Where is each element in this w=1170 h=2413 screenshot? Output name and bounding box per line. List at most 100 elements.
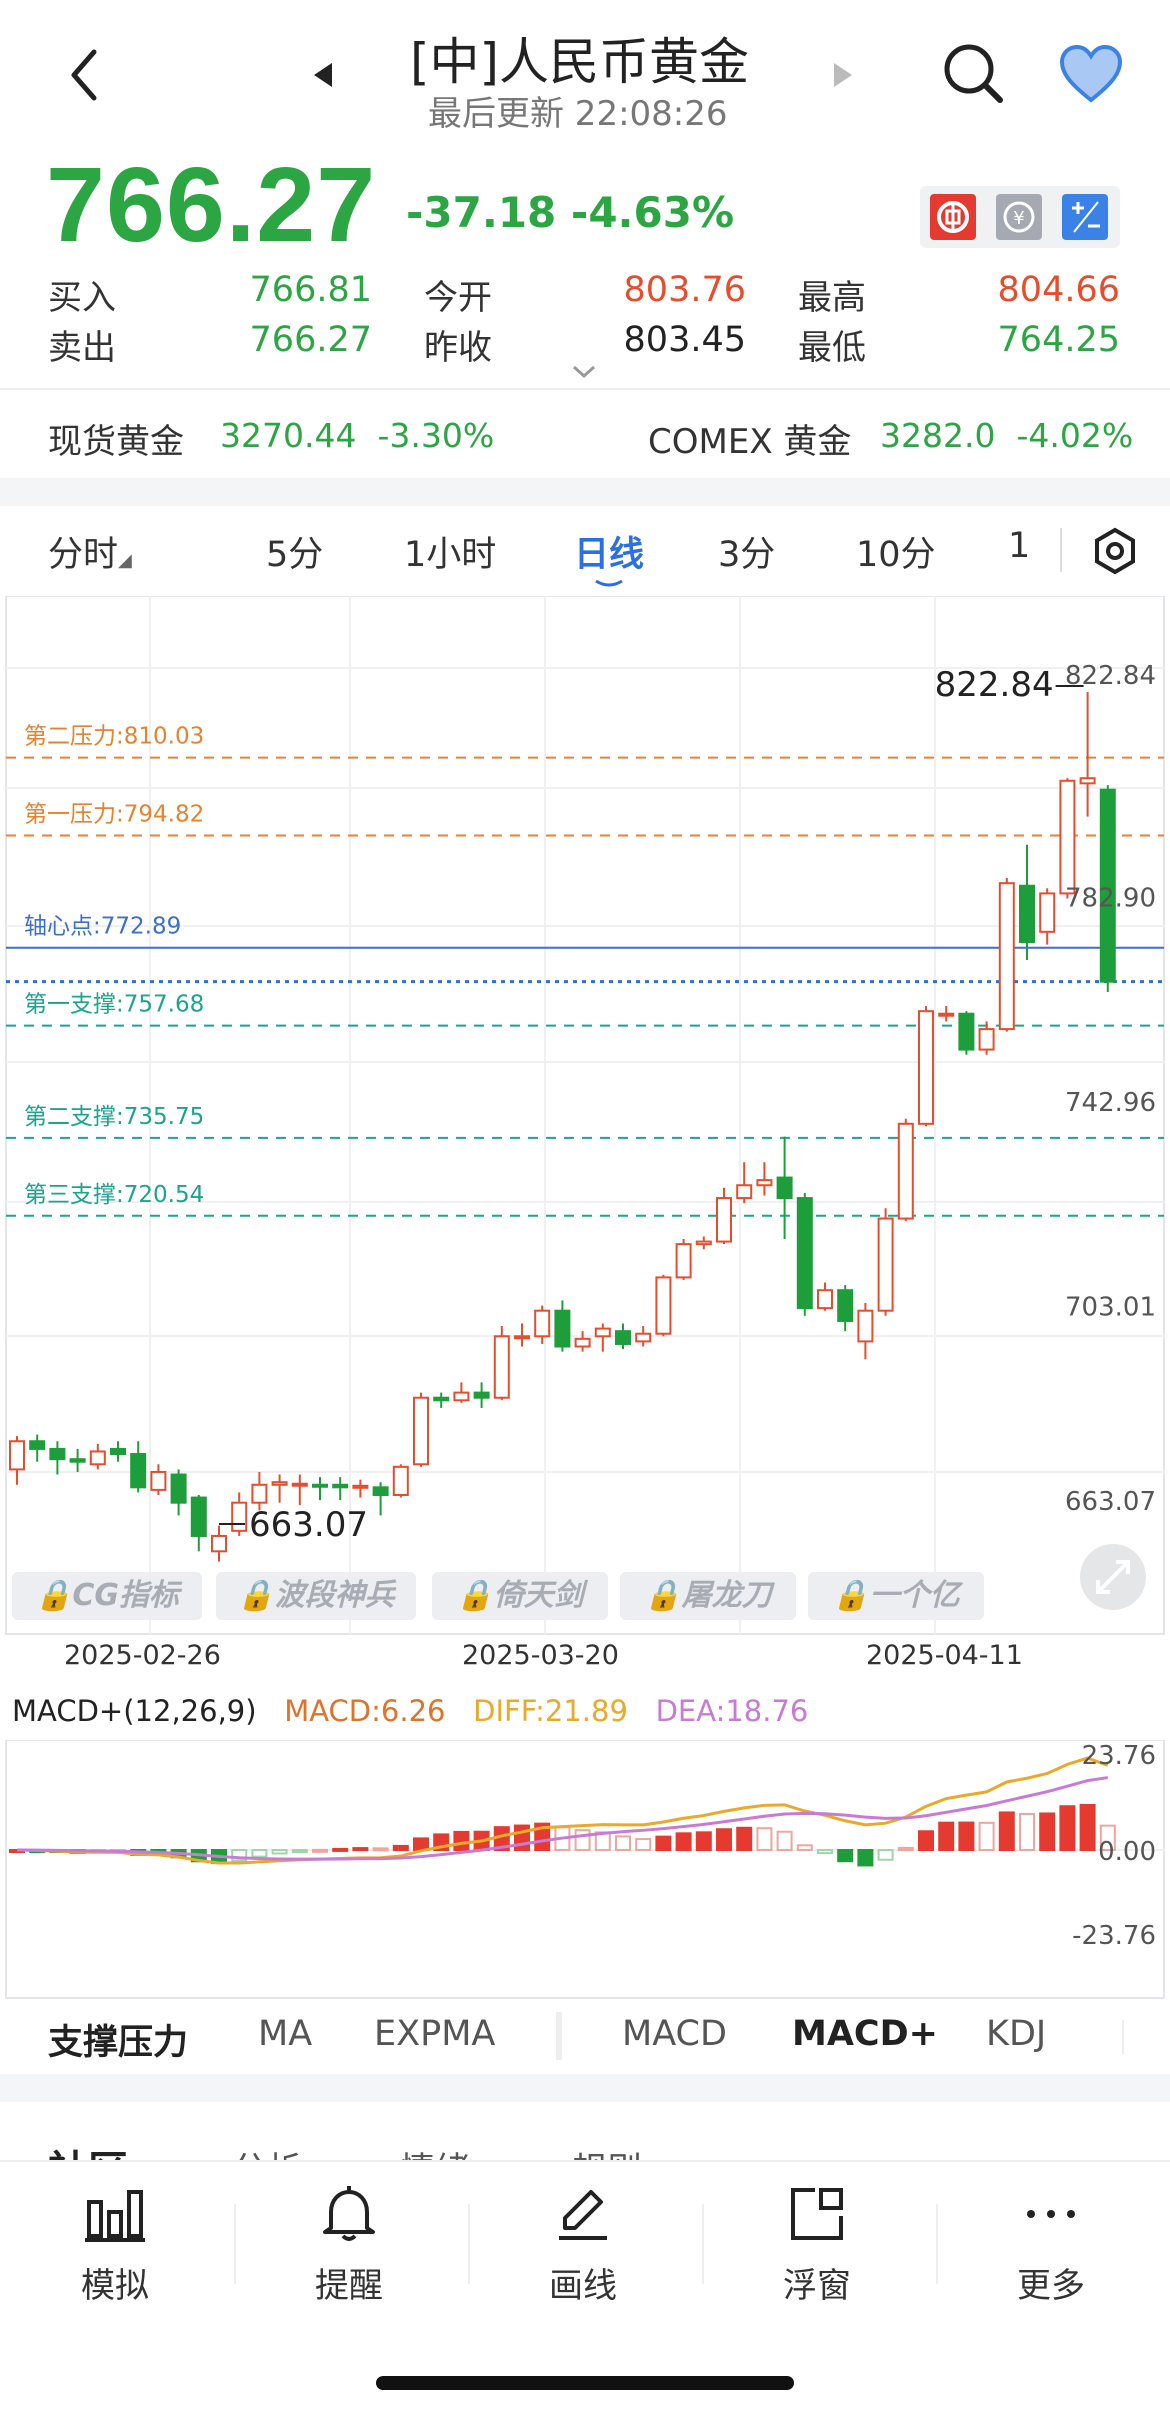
tab-5min[interactable]: 5分 xyxy=(266,526,323,577)
candle xyxy=(352,1484,369,1489)
macd-bar xyxy=(574,1829,591,1851)
tab-kdj[interactable]: KDJ xyxy=(986,2014,1046,2054)
candle xyxy=(312,1483,328,1488)
nav-draw[interactable]: 画线 xyxy=(508,2182,658,2307)
candle xyxy=(372,1486,389,1496)
tab-3min[interactable]: 3分 xyxy=(718,526,775,577)
low-label: 最低 xyxy=(798,328,866,368)
lock-cg-indicator[interactable]: 🔒CG指标 xyxy=(12,1572,202,1620)
nav-alert[interactable]: 提醒 xyxy=(274,2182,424,2307)
candle xyxy=(49,1447,66,1461)
tab-community[interactable]: 社区 xyxy=(48,2138,128,2162)
macd-bar xyxy=(635,1838,652,1852)
candlestick-chart[interactable]: 第二压力:810.03 第一压力:794.82 轴心点:772.89 第一支撑:757… xyxy=(0,596,1170,1636)
level-label: 第二支撑:735.75 xyxy=(24,1104,204,1130)
more-dots-icon xyxy=(1027,2210,1075,2218)
tab-intraday[interactable]: 分时◢ xyxy=(48,526,132,577)
candle xyxy=(857,1309,874,1343)
bank-icon[interactable] xyxy=(930,194,976,240)
tab-macd-plus[interactable]: MACD+ xyxy=(792,2014,938,2054)
macd-bar xyxy=(877,1849,894,1861)
nav-draw-label: 画线 xyxy=(549,2266,617,2306)
candle xyxy=(655,1276,672,1335)
fullscreen-button[interactable] xyxy=(1080,1544,1146,1610)
search-button[interactable] xyxy=(940,40,1006,106)
spot-gold-value[interactable]: 3270.44 -3.30% xyxy=(220,416,494,455)
current-price: 766.27 xyxy=(46,146,377,264)
home-indicator xyxy=(376,2376,794,2390)
candle xyxy=(29,1440,46,1450)
macd-bar xyxy=(958,1821,975,1852)
candle xyxy=(291,1482,308,1487)
nav-simulate[interactable]: 模拟 xyxy=(40,2182,190,2307)
chevron-down-icon xyxy=(572,365,596,379)
comex-gold-label[interactable]: COMEX 黄金 xyxy=(648,414,851,463)
max-price-label: 822.84 xyxy=(935,665,1054,705)
macd-bar xyxy=(695,1831,712,1852)
level-label: 第一压力:794.82 xyxy=(24,801,204,827)
tab-10min[interactable]: 10分 xyxy=(856,526,936,577)
candle xyxy=(978,1028,995,1051)
nav-float-label: 浮窗 xyxy=(783,2266,851,2306)
tab-sentiment[interactable]: 情绪 xyxy=(400,2142,470,2162)
tab-separator-2 xyxy=(1122,2020,1124,2054)
macd-chart[interactable]: 23.76 0.00 -23.76 xyxy=(0,1740,1170,2000)
macd-bar xyxy=(655,1835,672,1851)
level-label: 第一支撑:757.68 xyxy=(24,992,204,1018)
macd-legend: MACD+(12,26,9) MACD:6.26 DIFF:21.89 DEA:… xyxy=(12,1694,808,1728)
tab-expma[interactable]: EXPMA xyxy=(374,2014,495,2054)
tab-divider xyxy=(1060,528,1062,572)
candle xyxy=(817,1289,833,1310)
back-arrow-icon xyxy=(71,49,97,101)
expand-details-button[interactable] xyxy=(566,362,602,382)
section-gap-2 xyxy=(0,2074,1170,2102)
candle xyxy=(554,1309,571,1348)
comex-gold-price: 3282.0 xyxy=(880,416,996,455)
spot-gold-label[interactable]: 现货黄金 xyxy=(48,414,184,463)
open-value: 803.76 xyxy=(623,270,746,310)
back-button[interactable] xyxy=(54,38,114,108)
tab-analysis[interactable]: 分析 xyxy=(232,2142,302,2162)
tab-daily[interactable]: 日线 xyxy=(574,526,644,577)
candle xyxy=(231,1501,248,1532)
lock-yigeyi-indicator[interactable]: 🔒一个亿 xyxy=(808,1572,984,1620)
lock-wave-indicator[interactable]: 🔒波段神兵 xyxy=(216,1572,416,1620)
macd-frame xyxy=(5,1740,1165,1999)
comex-gold-value[interactable]: 3282.0 -4.02% xyxy=(880,416,1133,455)
lock-tulong-indicator[interactable]: 🔒屠龙刀 xyxy=(620,1572,796,1620)
tab-1hour[interactable]: 1小时 xyxy=(404,526,496,577)
favorite-button[interactable] xyxy=(1058,44,1124,104)
bid-value: 766.81 xyxy=(249,270,372,310)
prev-symbol-button[interactable] xyxy=(308,60,338,90)
candle xyxy=(413,1396,429,1466)
next-symbol-button[interactable] xyxy=(828,60,858,90)
calculator-icon[interactable] xyxy=(1062,194,1108,240)
nav-more[interactable]: 更多 xyxy=(976,2182,1126,2307)
level-label: 第三支撑:720.54 xyxy=(24,1182,204,1208)
candle xyxy=(675,1243,692,1279)
tab-rules[interactable]: 规则 xyxy=(572,2142,642,2162)
pencil-icon xyxy=(559,2190,607,2240)
nav-float[interactable]: 浮窗 xyxy=(742,2182,892,2307)
x-date-1: 2025-02-26 xyxy=(64,1640,221,1671)
heart-icon xyxy=(1059,44,1123,103)
candle xyxy=(271,1481,288,1486)
tab-ma[interactable]: MA xyxy=(258,2014,312,2054)
y-tick-label: 742.96 xyxy=(1065,1088,1156,1118)
candle xyxy=(110,1447,126,1456)
candle xyxy=(615,1330,631,1345)
comex-gold-pct: -4.02% xyxy=(1016,416,1134,455)
tab-more-period[interactable]: 1 xyxy=(1008,526,1030,566)
tab-support-resistance[interactable]: 支撑压力 xyxy=(48,2014,188,2065)
macd-bar xyxy=(453,1830,470,1851)
tab-macd[interactable]: MACD xyxy=(622,2014,727,2054)
candle xyxy=(1079,777,1096,785)
currency-exchange-icon[interactable]: ¥ xyxy=(996,194,1042,240)
candle xyxy=(998,882,1015,1031)
prev-close-label: 昨收 xyxy=(424,328,492,368)
lock-yitian-indicator[interactable]: 🔒倚天剑 xyxy=(432,1572,608,1620)
chart-settings-button[interactable] xyxy=(1090,526,1140,576)
candle xyxy=(514,1335,530,1340)
bell-icon xyxy=(323,2186,375,2241)
search-icon xyxy=(944,44,1003,103)
